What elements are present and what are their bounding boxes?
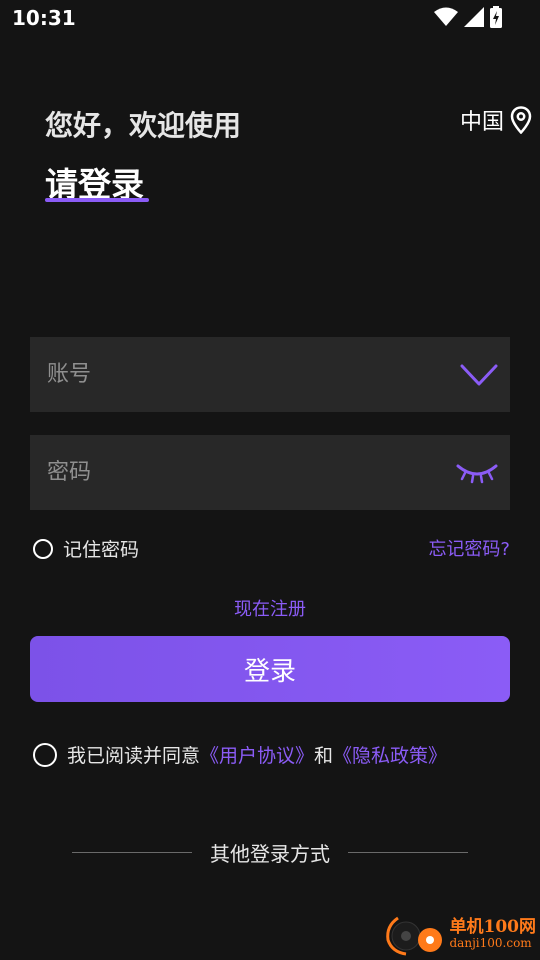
privacy-policy-link[interactable]: 《隐私政策》 — [333, 745, 447, 767]
divider-right — [348, 852, 468, 853]
chevron-down-icon[interactable] — [460, 363, 498, 387]
watermark-name: 单机100网 — [449, 917, 537, 938]
register-link[interactable]: 现在注册 — [0, 595, 540, 621]
user-agreement-link[interactable]: 《用户协议》 — [200, 745, 314, 767]
agreement-radio[interactable] — [33, 742, 57, 767]
remember-password[interactable]: 记住密码 — [33, 535, 139, 562]
other-login-section: 其他登录方式 — [72, 838, 468, 867]
login-heading-underline — [45, 198, 149, 202]
password-field[interactable] — [30, 435, 510, 510]
status-time: 10:31 — [12, 6, 76, 30]
remember-password-radio[interactable] — [33, 538, 53, 559]
watermark-domain: danji100.com — [449, 935, 532, 950]
region-label: 中国 — [459, 110, 504, 135]
account-input[interactable] — [45, 361, 460, 388]
account-field[interactable] — [30, 337, 510, 412]
agreement-row[interactable]: 我已阅读并同意《用户协议》和《隐私政策》 — [33, 741, 447, 768]
region-selector[interactable]: 中国 — [460, 104, 532, 136]
agreement-prefix: 我已阅读并同意 — [67, 745, 201, 767]
signal-icon — [464, 7, 484, 27]
forgot-password-link[interactable]: 忘记密码? — [428, 535, 510, 561]
watermark-logo-icon — [385, 916, 442, 956]
location-pin-icon — [510, 106, 532, 134]
watermark: 单机100网 danji100.com — [384, 912, 537, 956]
welcome-text: 您好，欢迎使用 — [45, 109, 242, 142]
status-icons — [434, 6, 502, 28]
remember-password-label: 记住密码 — [63, 539, 140, 561]
battery-charging-icon — [490, 6, 502, 28]
login-button[interactable]: 登录 — [30, 636, 510, 702]
agreement-conjunction: 和 — [314, 745, 334, 767]
other-login-label: 其他登录方式 — [210, 842, 330, 866]
eye-closed-icon[interactable] — [456, 462, 498, 484]
password-input[interactable] — [45, 459, 456, 486]
wifi-icon — [434, 7, 458, 26]
divider-left — [72, 852, 192, 853]
